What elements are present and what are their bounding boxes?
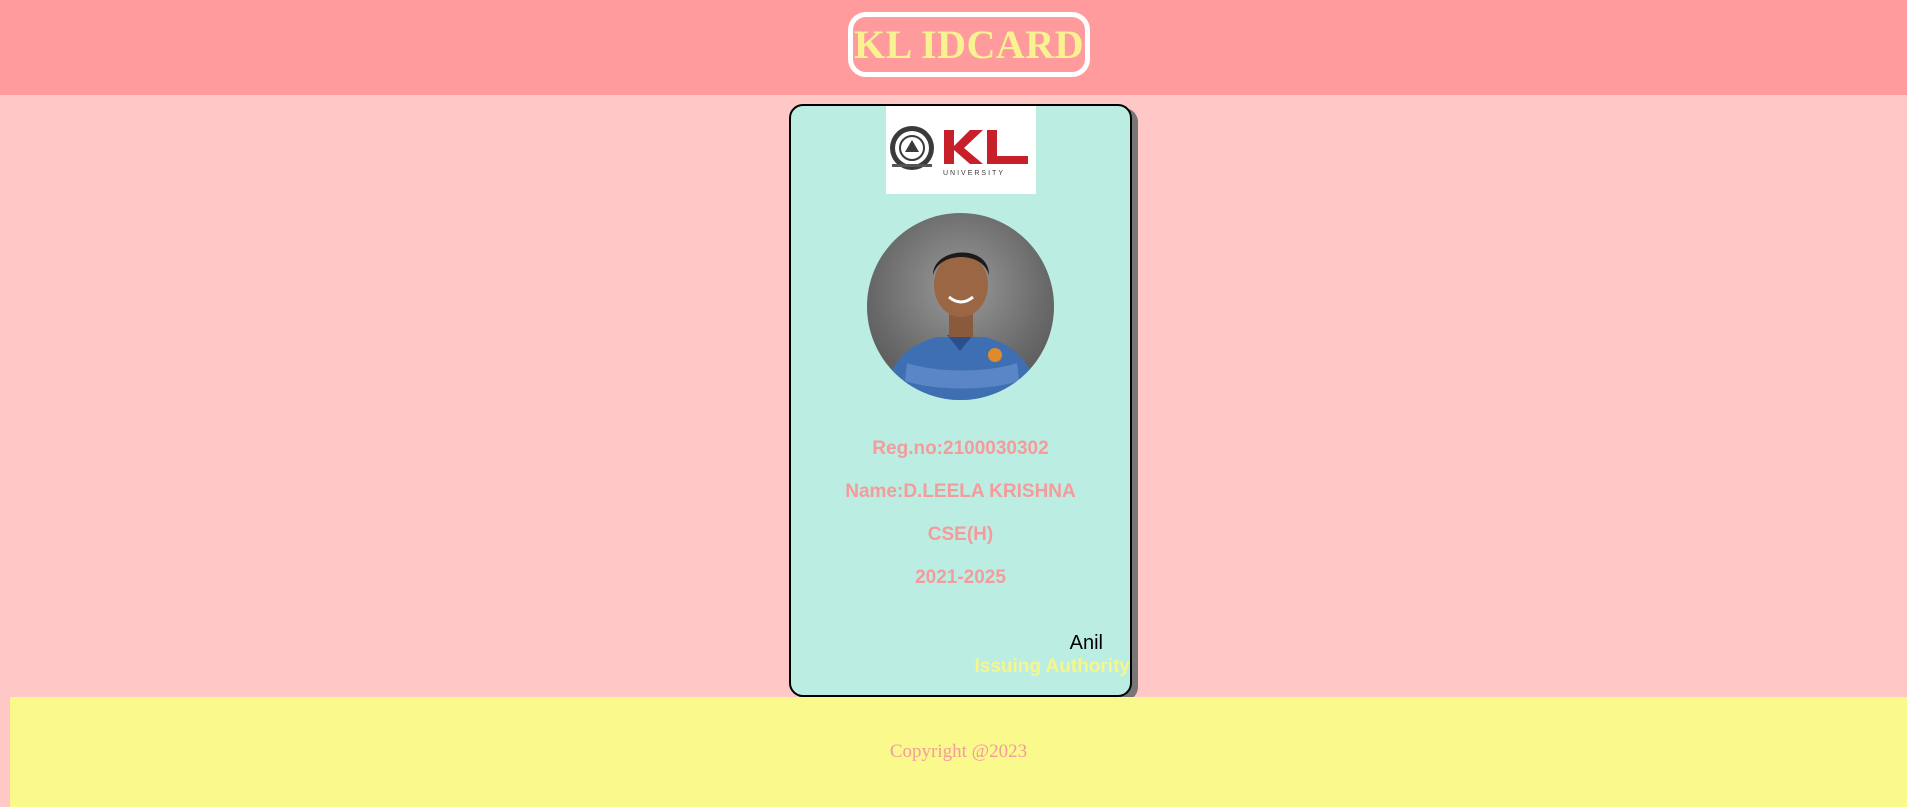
- university-logo-graphic: UNIVERSITY: [890, 126, 1028, 177]
- svg-text:UNIVERSITY: UNIVERSITY: [943, 170, 1005, 177]
- emblem-icon: [890, 126, 934, 170]
- university-logo: UNIVERSITY: [886, 106, 1036, 194]
- id-card: UNIVERSITY Reg.no:2100030302 Name:D.LEEL…: [789, 104, 1132, 697]
- issuing-authority-label: Issuing Authority: [974, 656, 1130, 677]
- page-footer: Copyright @2023: [10, 697, 1907, 807]
- page-header: KL IDCARD: [0, 0, 1907, 95]
- reg-number: Reg.no:2100030302: [872, 438, 1049, 459]
- page-title: KL IDCARD: [853, 22, 1085, 67]
- branch: CSE(H): [927, 524, 994, 545]
- signature-name: Anil: [1069, 632, 1103, 654]
- person-avatar-icon: [885, 252, 1037, 400]
- copyright-text: Copyright @2023: [889, 741, 1028, 762]
- batch-years: 2021-2025: [915, 567, 1006, 588]
- student-photo: [867, 213, 1054, 400]
- student-name: Name:D.LEELA KRISHNA: [845, 481, 1076, 502]
- title-box: KL IDCARD: [848, 12, 1090, 77]
